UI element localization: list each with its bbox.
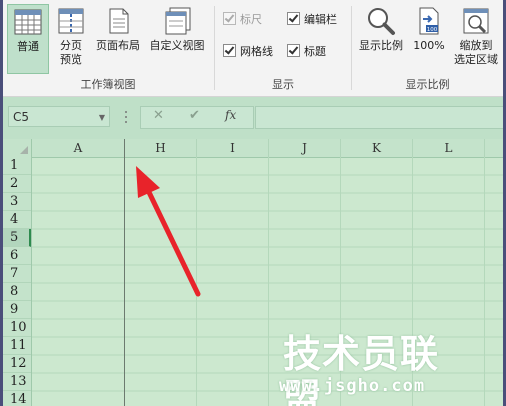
ruler-checkbox-box: [223, 12, 236, 25]
row-header[interactable]: 8: [3, 283, 31, 301]
headings-checkbox-box: [287, 44, 300, 57]
zoom-selection-label-1: 缩放到: [459, 39, 493, 52]
svg-text:100: 100: [427, 27, 438, 33]
normal-view-label: 普通: [17, 40, 39, 53]
select-all-button[interactable]: [3, 139, 32, 157]
row-header[interactable]: 10: [3, 319, 31, 337]
column-header-k[interactable]: K: [341, 139, 413, 157]
row-header[interactable]: 12: [3, 355, 31, 373]
zoom-button[interactable]: 显示比例: [355, 4, 407, 72]
row-header[interactable]: 7: [3, 265, 31, 283]
watermark-url: www.jsgho.com: [279, 376, 426, 396]
page-break-icon: [58, 8, 84, 34]
row-header-selected[interactable]: 5: [3, 229, 31, 247]
row-header[interactable]: 1: [3, 157, 31, 175]
column-header-i[interactable]: I: [197, 139, 269, 157]
zoom-to-selection-button[interactable]: 缩放到 选定区域: [449, 4, 503, 72]
zoom-label: 显示比例: [359, 39, 403, 52]
custom-view-icon: [165, 7, 191, 35]
page-layout-icon: [109, 8, 129, 34]
row-header[interactable]: 2: [3, 175, 31, 193]
row-headers: 1 2 3 4 5 6 7 8 9 10 11 12 13 14: [3, 157, 32, 406]
row-header[interactable]: 4: [3, 211, 31, 229]
insert-function-icon[interactable]: fx: [225, 108, 236, 122]
row-header[interactable]: 3: [3, 193, 31, 211]
grid-view-icon: [14, 9, 42, 35]
row-header[interactable]: 6: [3, 247, 31, 265]
column-header-a[interactable]: A: [32, 139, 125, 157]
magnifier-icon: [368, 8, 395, 35]
row-header[interactable]: 13: [3, 373, 31, 391]
zoom-group-label: 显示比例: [405, 78, 450, 91]
ruler-label: 标尺: [240, 13, 262, 26]
drag-handle-icon[interactable]: [123, 108, 129, 126]
enter-icon[interactable]: ✔: [189, 108, 200, 123]
zoom-selection-label-2: 选定区域: [454, 53, 498, 66]
gridlines-label: 网格线: [240, 45, 273, 58]
page-break-label-1: 分页: [60, 39, 82, 52]
gridlines-checkbox[interactable]: 网格线: [223, 44, 273, 60]
page-break-label-2: 预览: [60, 53, 82, 66]
headings-checkbox[interactable]: 标题: [287, 44, 326, 60]
zoom-100-label: 100%: [413, 39, 445, 52]
show-group-label: 显示: [272, 78, 294, 91]
formula-bar-area: C5 ▼ ✕ ✔ fx: [3, 97, 503, 139]
row-header[interactable]: 11: [3, 337, 31, 355]
column-header-l[interactable]: L: [413, 139, 485, 157]
column-header-h[interactable]: H: [125, 139, 197, 157]
custom-views-button[interactable]: 自定义视图: [145, 4, 209, 72]
name-box-value: C5: [13, 110, 30, 124]
formula-bar-label: 编辑栏: [304, 13, 337, 26]
headings-label: 标题: [304, 45, 326, 58]
row-header[interactable]: 9: [3, 301, 31, 319]
zoom-selection-icon: [463, 8, 489, 34]
zoom-100-icon: 100: [419, 7, 439, 35]
custom-views-label: 自定义视图: [149, 39, 205, 52]
workbook-views-group-label: 工作簿视图: [80, 78, 136, 91]
chevron-down-icon[interactable]: ▼: [99, 107, 105, 128]
page-break-preview-button[interactable]: 分页 预览: [51, 4, 91, 72]
formula-input[interactable]: [255, 106, 503, 129]
column-header-j[interactable]: J: [269, 139, 341, 157]
gridlines-checkbox-box: [223, 44, 236, 57]
column-headers: A H I J K L: [3, 139, 503, 158]
freeze-pane-divider: [124, 139, 125, 406]
zoom-100-button[interactable]: 100 100%: [409, 4, 449, 72]
watermark-logo: 技术员联盟 www.jsgho.com: [277, 332, 477, 406]
formula-buttons: ✕ ✔ fx: [140, 106, 254, 129]
name-box[interactable]: C5 ▼: [8, 106, 110, 127]
view-ribbon: 普通 分页 预览 页面布局 自定义视图 工作簿视图 标尺 编辑栏 网格线 标题 …: [3, 0, 503, 97]
row-header[interactable]: 14: [3, 391, 31, 406]
cancel-icon[interactable]: ✕: [153, 108, 164, 123]
normal-view-button[interactable]: 普通: [7, 4, 49, 74]
page-layout-label: 页面布局: [96, 39, 140, 52]
formula-bar-checkbox-box: [287, 12, 300, 25]
page-layout-button[interactable]: 页面布局: [91, 4, 145, 72]
excel-window: 普通 分页 预览 页面布局 自定义视图 工作簿视图 标尺 编辑栏 网格线 标题 …: [3, 0, 503, 406]
ruler-checkbox[interactable]: 标尺: [223, 12, 262, 28]
formula-bar-checkbox[interactable]: 编辑栏: [287, 12, 337, 28]
